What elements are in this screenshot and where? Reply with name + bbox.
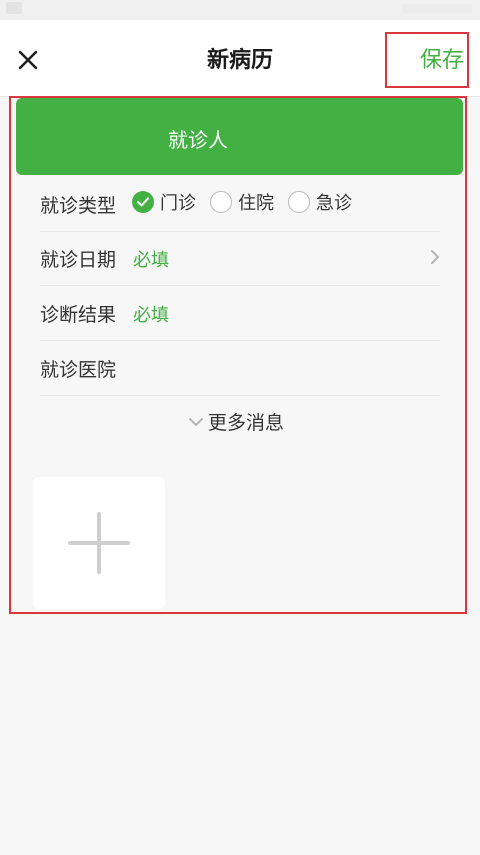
radio-empty-icon: [210, 191, 232, 213]
diagnosis-label: 诊断结果: [40, 304, 117, 326]
save-button[interactable]: 保存: [420, 42, 464, 74]
radio-inpatient[interactable]: 住院: [210, 189, 274, 215]
chevron-right-icon: [431, 250, 439, 264]
visit-type-radio-group: 门诊 住院 急诊: [132, 189, 366, 215]
plus-icon: [68, 512, 130, 574]
visit-person-label: 就诊人: [168, 128, 228, 152]
status-bar: [0, 0, 480, 20]
visit-person-card[interactable]: 就诊人: [16, 98, 463, 175]
radio-emergency[interactable]: 急诊: [288, 189, 352, 215]
diagnosis-required: 必填: [133, 305, 169, 326]
radio-outpatient-label: 门诊: [160, 193, 196, 214]
radio-outpatient[interactable]: 门诊: [132, 189, 196, 215]
visit-type-label: 就诊类型: [40, 195, 117, 217]
check-icon: [132, 191, 154, 213]
hospital-row[interactable]: 就诊医院: [40, 341, 440, 396]
radio-inpatient-label: 住院: [238, 193, 274, 214]
status-indicators: [402, 4, 472, 14]
status-icon: [6, 2, 22, 14]
visit-date-required: 必填: [133, 250, 169, 271]
visit-date-row[interactable]: 就诊日期 必填: [40, 231, 440, 286]
visit-date-label: 就诊日期: [40, 249, 117, 271]
radio-emergency-label: 急诊: [316, 193, 352, 214]
add-photo-button[interactable]: [33, 477, 165, 609]
more-info-label: 更多消息: [208, 412, 285, 434]
top-bar: 新病历 保存: [0, 20, 480, 97]
more-info-button[interactable]: 更多消息: [188, 408, 284, 435]
hospital-label: 就诊医院: [40, 359, 117, 381]
diagnosis-row[interactable]: 诊断结果 必填: [40, 286, 440, 341]
radio-empty-icon: [288, 191, 310, 213]
chevron-down-icon: [189, 417, 203, 426]
visit-type-row: 就诊类型 门诊 住院 急诊: [40, 177, 440, 232]
